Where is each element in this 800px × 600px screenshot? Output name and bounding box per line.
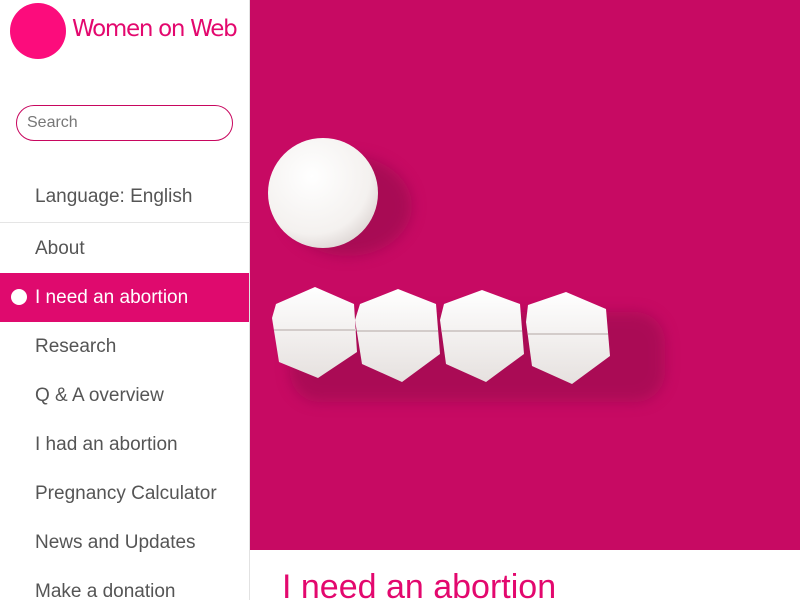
nav-item-research[interactable]: Research [0,322,249,371]
language-selector[interactable]: Language: English [0,172,249,223]
nav-item-qa-overview[interactable]: Q & A overview [0,371,249,420]
language-label: Language: English [35,186,193,207]
nav-item-label: Pregnancy Calculator [35,483,217,504]
nav-item-label: About [35,238,85,259]
nav-item-label: Q & A overview [35,385,164,406]
nav-item-i-need-an-abortion[interactable]: I need an abortion [0,273,249,322]
main-nav: About I need an abortion Research Q & A … [0,224,249,600]
nav-item-about[interactable]: About [0,224,249,273]
page-title: I need an abortion [282,568,557,600]
nav-item-news-and-updates[interactable]: News and Updates [0,518,249,567]
nav-item-label: Research [35,336,117,357]
site-name: Women on Web [72,16,238,42]
nav-item-pregnancy-calculator[interactable]: Pregnancy Calculator [0,469,249,518]
nav-item-i-had-an-abortion[interactable]: I had an abortion [0,420,249,469]
pills-illustration [268,138,665,402]
logo-circle-icon [10,3,66,59]
nav-item-label: I need an abortion [35,287,189,308]
nav-item-label: News and Updates [35,532,196,553]
page: Women on Web Language: English About I n… [0,0,800,600]
search-input[interactable] [16,105,233,141]
nav-item-make-a-donation[interactable]: Make a donation [0,567,249,600]
hero-image [250,0,800,550]
active-dot-icon [11,289,27,305]
site-logo-link[interactable]: Women on Web [10,3,250,59]
nav-item-label: Make a donation [35,581,176,600]
nav-item-label: I had an abortion [35,434,178,455]
sidebar: Women on Web Language: English About I n… [0,0,250,600]
round-pill [268,138,378,248]
